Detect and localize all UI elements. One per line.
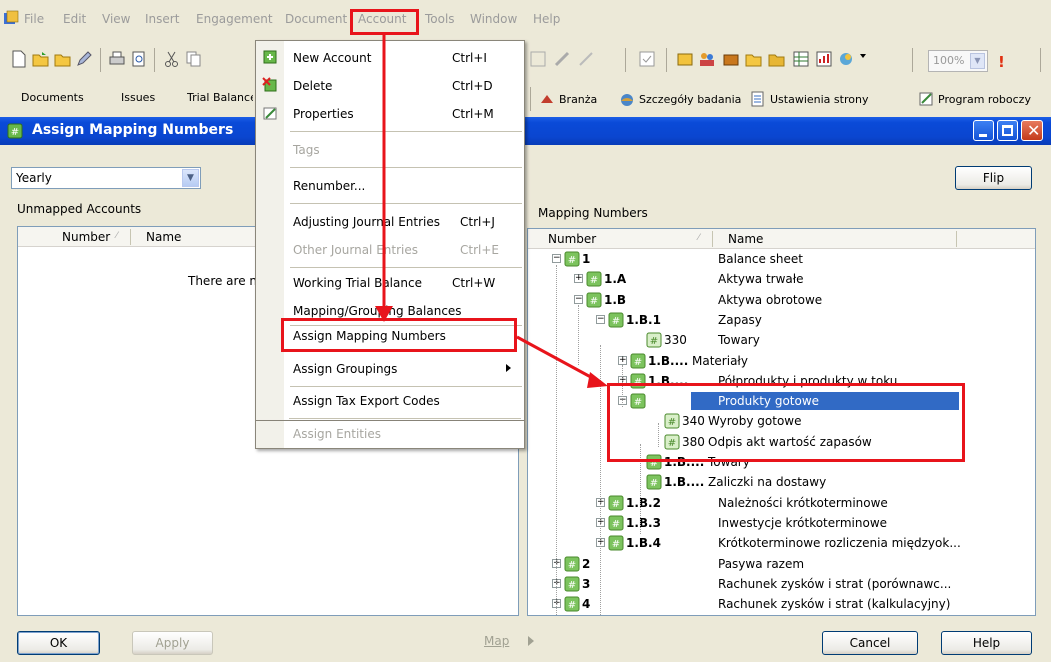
- annotation-arrowhead: [375, 306, 393, 322]
- annotation-arrows: [375, 35, 608, 388]
- annotation-arrow-right: [516, 335, 599, 383]
- annotation-arrowhead: [587, 372, 608, 388]
